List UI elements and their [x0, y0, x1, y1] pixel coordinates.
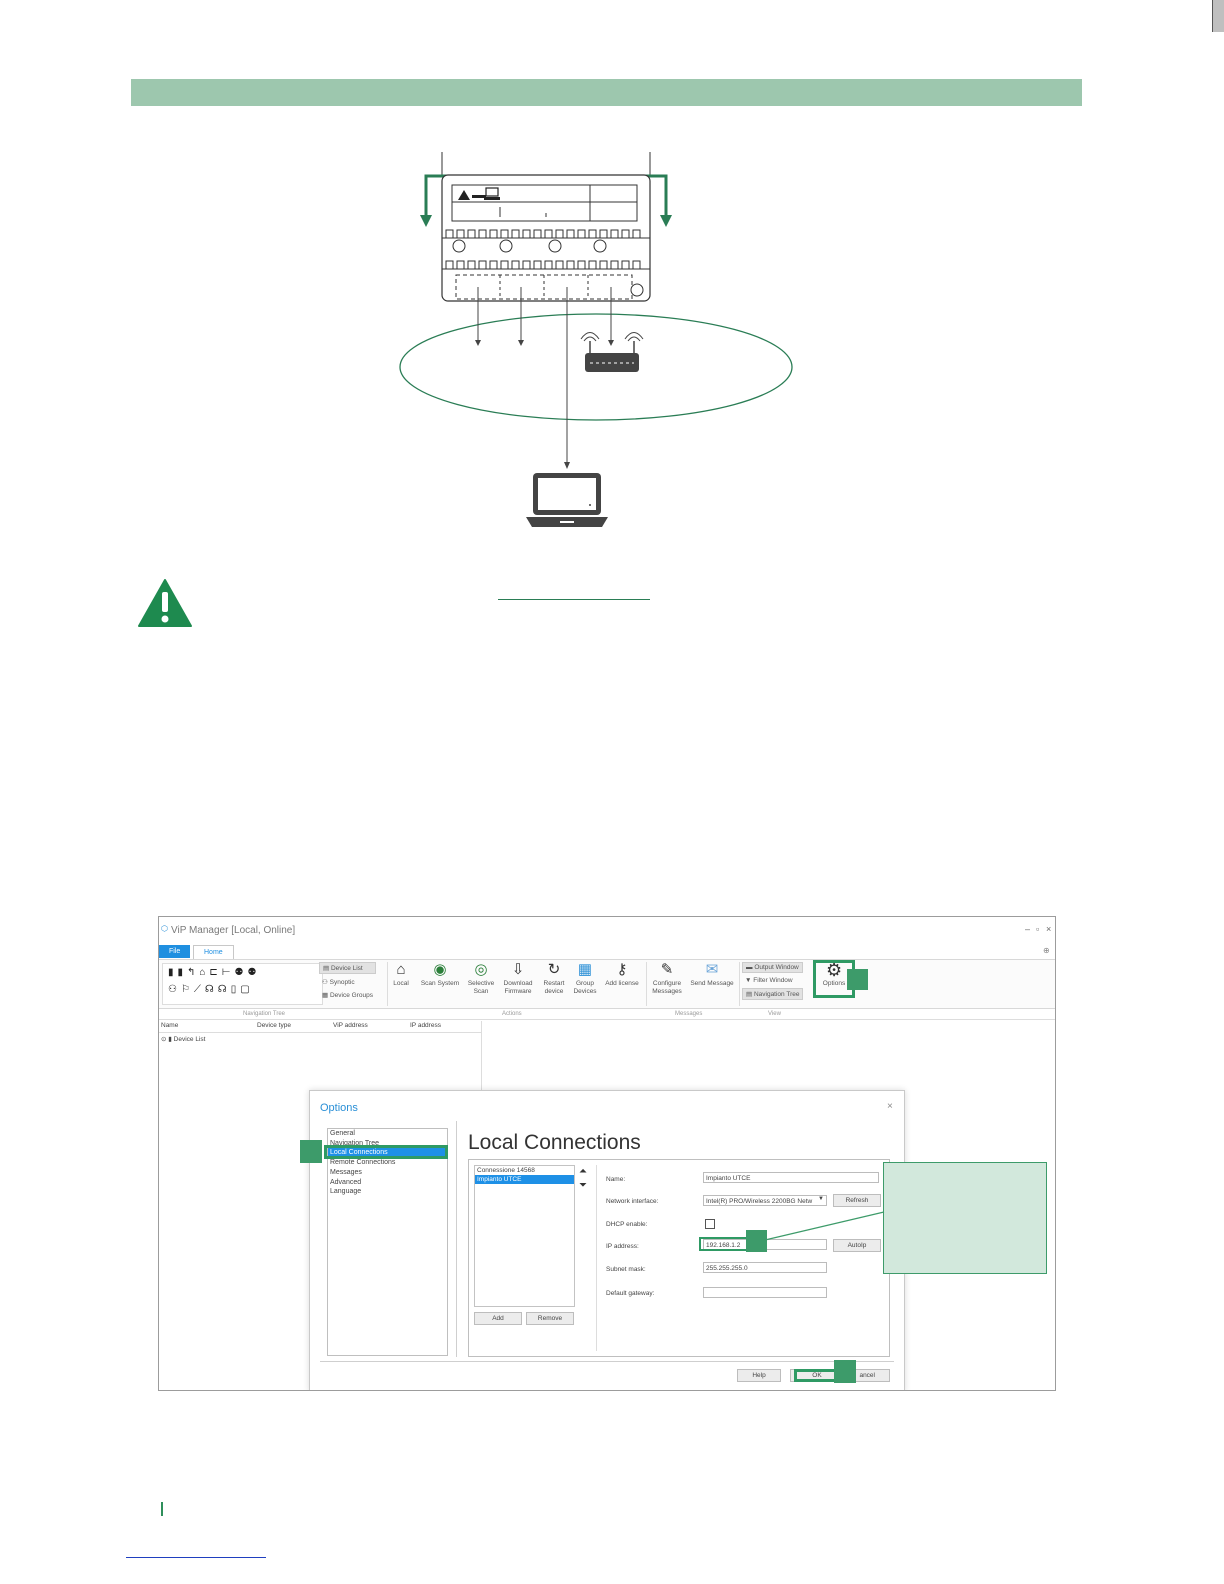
gear-icon: ⚙: [826, 960, 843, 980]
category-messages[interactable]: Messages: [328, 1168, 447, 1178]
group-label-navigation-tree: Navigation Tree: [243, 1011, 286, 1017]
local-button[interactable]: ⌂ Local: [388, 962, 414, 988]
dhcp-label: DHCP enable:: [606, 1221, 648, 1228]
connection-list: Connessione 14568 Impianto UTCE: [474, 1165, 575, 1307]
restart-device-button[interactable]: ↻ Restart device: [538, 962, 570, 996]
filter-window-button[interactable]: ▼ Filter Window: [742, 976, 803, 985]
group-label-actions: Actions: [502, 1011, 522, 1017]
category-general[interactable]: General: [328, 1129, 447, 1139]
view-list: ▤ Device List ⚇ Synoptic ▦ Device Groups: [319, 962, 376, 1000]
footer-link-underline[interactable]: [126, 1557, 266, 1558]
section-header-bar: [131, 79, 1082, 106]
move-up-icon[interactable]: ⏶: [579, 1166, 587, 1178]
output-window-button[interactable]: ▬ Output Window: [742, 962, 804, 973]
add-button[interactable]: Add: [474, 1312, 522, 1325]
device-list-button[interactable]: ▤ Device List: [319, 962, 376, 974]
remove-button[interactable]: Remove: [526, 1312, 574, 1325]
category-advanced[interactable]: Advanced: [328, 1178, 447, 1188]
globe-search-icon: ◎: [474, 961, 488, 978]
navigation-tree-button[interactable]: ▤ Navigation Tree: [742, 988, 804, 1000]
configure-messages-button[interactable]: ✎ Configure Messages: [647, 962, 687, 996]
refresh-icon: ↻: [547, 961, 561, 978]
send-message-button[interactable]: ✉ Send Message: [688, 962, 736, 988]
page-edge: [1212, 0, 1224, 32]
subnet-mask-label: Subnet mask:: [606, 1266, 646, 1273]
dialog-separator: [320, 1361, 894, 1362]
group-icon: ▦: [577, 961, 593, 978]
device-display: [451, 184, 638, 222]
globe-icon: ◉: [433, 961, 447, 978]
category-remote-connections[interactable]: Remote Connections: [328, 1158, 447, 1168]
help-circle-icon[interactable]: ⊕: [1043, 946, 1050, 955]
callout-box: [883, 1162, 1047, 1274]
col-name[interactable]: Name: [161, 1022, 178, 1029]
subnet-mask-input[interactable]: 255.255.255.0: [703, 1262, 827, 1273]
local-connections-highlight: [324, 1145, 448, 1159]
app-icon: ⬡: [161, 924, 168, 933]
mail-icon: ✉: [705, 961, 719, 978]
col-vip-address[interactable]: ViP address: [333, 1022, 368, 1029]
marker-ok: [834, 1360, 856, 1383]
minimize-icon[interactable]: –: [1025, 924, 1030, 934]
local-connections-heading: Local Connections: [468, 1131, 641, 1154]
dhcp-checkbox[interactable]: [705, 1219, 715, 1229]
warning-icon: [138, 579, 192, 627]
marker-local-connections: [300, 1140, 322, 1163]
marker-options: [847, 969, 868, 990]
window-title: ViP Manager [Local, Online]: [171, 925, 296, 936]
arrow-down-left: [420, 215, 432, 227]
add-license-button[interactable]: ⚷ Add license: [602, 962, 642, 988]
col-ip-address[interactable]: IP address: [410, 1022, 441, 1029]
wand-icon: ✎: [660, 961, 674, 978]
download-icon: ⇩: [511, 961, 525, 978]
help-button[interactable]: Help: [737, 1369, 781, 1382]
close-icon[interactable]: ×: [1046, 924, 1051, 934]
network-interface-label: Network interface:: [606, 1198, 659, 1205]
name-label: Name:: [606, 1176, 626, 1183]
dialog-title: Options: [320, 1102, 358, 1114]
synoptic-button[interactable]: ⚇ Synoptic: [319, 977, 376, 987]
vip-manager-window: ⬡ ViP Manager [Local, Online] – ▫ × ⊕ Fi…: [158, 916, 1056, 1391]
default-gateway-label: Default gateway:: [606, 1290, 655, 1297]
restore-icon[interactable]: ▫: [1036, 924, 1039, 934]
group-devices-button[interactable]: ▦ Group Devices: [571, 962, 599, 996]
name-input[interactable]: Impianto UTCE: [703, 1172, 879, 1183]
ribbon: ▮▮↰⌂⊏⊢⚉⚉ ⚇⚐⟋☊☊▯▢ ▤ Device List ⚇ Synoptic…: [159, 959, 1055, 1009]
arrow-down-right: [660, 215, 672, 227]
window-list: ▬ Output Window ▼ Filter Window ▤ Naviga…: [742, 962, 804, 1000]
group-label-view: View: [768, 1011, 781, 1017]
device-groups-button[interactable]: ▦ Device Groups: [319, 990, 376, 1000]
connection-item[interactable]: Connessione 14568: [475, 1166, 574, 1175]
home-icon: ⌂: [396, 961, 406, 978]
category-language[interactable]: Language: [328, 1187, 447, 1197]
callout-leader: [764, 1211, 885, 1241]
category-list: General Navigation Tree Local Connection…: [327, 1128, 448, 1356]
scan-system-button[interactable]: ◉ Scan System: [417, 962, 463, 988]
link-underline[interactable]: [498, 599, 650, 600]
device-icon-palette[interactable]: ▮▮↰⌂⊏⊢⚉⚉ ⚇⚐⟋☊☊▯▢: [162, 963, 323, 1005]
tab-home[interactable]: Home: [193, 945, 234, 959]
selective-scan-button[interactable]: ◎ Selective Scan: [464, 962, 498, 996]
ip-address-label: IP address:: [606, 1243, 639, 1250]
laptop-icon: [526, 473, 608, 527]
footer-bar: [161, 1502, 163, 1516]
move-down-icon[interactable]: ⏷: [579, 1180, 587, 1192]
connection-item-selected[interactable]: Impianto UTCE: [475, 1175, 574, 1184]
connection-diagram: [399, 152, 793, 527]
local-connections-panel: Connessione 14568 Impianto UTCE ⏶ ⏷ Add …: [468, 1159, 890, 1357]
nav-tree-header: Name Device type ViP address IP address: [159, 1021, 481, 1033]
col-device-type[interactable]: Device type: [257, 1022, 291, 1029]
tab-file[interactable]: File: [159, 945, 191, 958]
title-bar: ⬡ ViP Manager [Local, Online] – ▫ × ⊕: [159, 917, 1055, 955]
router-icon: [580, 332, 644, 372]
key-icon: ⚷: [616, 961, 628, 978]
default-gateway-input[interactable]: [703, 1287, 827, 1298]
download-firmware-button[interactable]: ⇩ Download Firmware: [500, 962, 536, 996]
dialog-close-icon[interactable]: ×: [887, 1101, 893, 1112]
tree-root[interactable]: ⊙ ▮ Device List: [161, 1035, 205, 1043]
group-label-messages: Messages: [675, 1011, 703, 1017]
